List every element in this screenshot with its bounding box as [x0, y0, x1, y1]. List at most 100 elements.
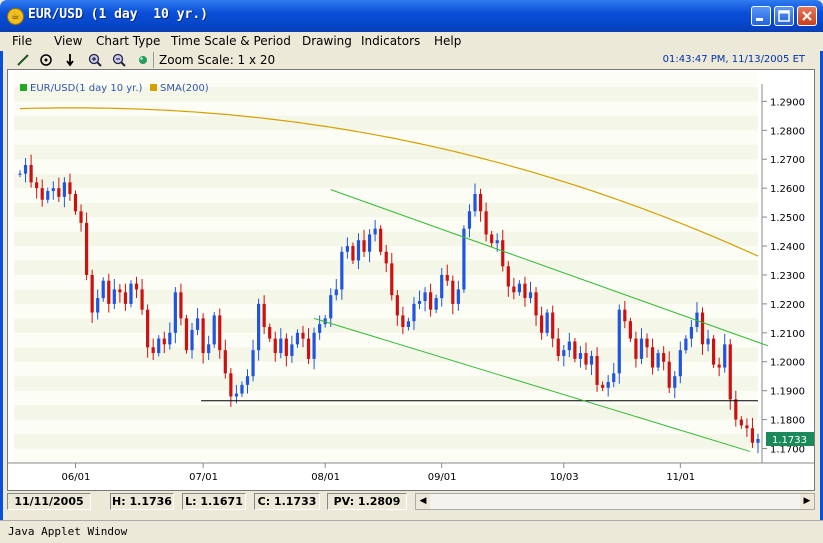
menu-view[interactable]: View: [54, 34, 82, 48]
price-chart[interactable]: 1.2900 1.2800 1.2700 1.2600 1.2500 1.2400 1.23…: [8, 70, 814, 490]
menu-chart-type[interactable]: Chart Type: [96, 34, 160, 48]
candle-body: [634, 338, 638, 359]
candle-body: [90, 274, 94, 313]
candle-body: [606, 381, 610, 388]
candle-body: [301, 332, 305, 339]
candle-body: [367, 234, 372, 252]
candle-body: [523, 283, 527, 299]
maximize-button[interactable]: [774, 6, 794, 26]
zoom-out-icon[interactable]: [111, 52, 127, 68]
x-tick-label: 09/01: [428, 472, 457, 483]
candle-body: [379, 228, 383, 252]
datetime-display: 01:43:47 PM, 11/13/2005 ET: [662, 54, 805, 65]
candle-body: [151, 347, 155, 354]
candle-body: [318, 324, 322, 333]
horizontal-scrollbar[interactable]: ◀ ▶: [415, 493, 815, 510]
background-band: [14, 347, 758, 362]
menu-time-scale[interactable]: Time Scale & Period: [171, 34, 291, 48]
candle-body: [329, 295, 333, 319]
candle-body: [223, 350, 227, 374]
close-icon: [802, 11, 812, 21]
status-bar: 11/11/2005 H: 1.1736 L: 1.1671 C: 1.1733…: [7, 492, 815, 511]
java-coffee-icon: ☕: [7, 8, 24, 25]
menu-file[interactable]: File: [12, 34, 32, 48]
menu-indicators[interactable]: Indicators: [361, 34, 420, 48]
candle-body: [434, 298, 438, 310]
close-button[interactable]: [797, 6, 817, 26]
menu-drawing[interactable]: Drawing: [302, 34, 352, 48]
candle-body: [73, 193, 78, 212]
candle-body: [534, 292, 538, 316]
y-tick-label: 1.2700: [770, 155, 805, 166]
background-band: [14, 376, 758, 391]
background-band: [14, 390, 758, 406]
y-tick-label: 1.2300: [770, 271, 805, 282]
background-band: [14, 318, 758, 333]
x-tick-label: 10/03: [550, 472, 579, 483]
color-dot-icon[interactable]: [135, 52, 151, 68]
line-draw-icon[interactable]: [15, 52, 31, 68]
candle-body: [539, 315, 544, 333]
y-tick-label: 1.1800: [770, 416, 805, 427]
candle-body: [395, 295, 399, 316]
candle-body: [201, 318, 205, 354]
candle-body: [251, 350, 255, 377]
candle-body: [57, 188, 61, 197]
y-tick-label: 1.2600: [770, 184, 805, 195]
legend-label: SMA(200): [160, 83, 209, 94]
background-band: [14, 173, 758, 189]
candle-body: [162, 338, 166, 345]
candle-body: [639, 338, 644, 359]
legend-swatch: [150, 84, 157, 91]
candle-body: [723, 344, 727, 368]
candle-body: [617, 309, 621, 374]
candle-body: [62, 182, 66, 197]
chart-area[interactable]: 1.2900 1.2800 1.2700 1.2600 1.2500 1.2400 1.23…: [7, 69, 815, 491]
candle-body: [667, 361, 671, 388]
candle-body: [362, 240, 366, 252]
zoom-in-icon[interactable]: [87, 52, 103, 68]
applet-footer: Java Applet Window: [0, 520, 823, 543]
candle-body: [112, 289, 116, 304]
candle-body: [312, 332, 316, 359]
candle-body: [601, 384, 605, 388]
legend-swatch: [20, 84, 27, 91]
candle-body: [495, 240, 499, 244]
zoom-scale-label: Zoom Scale: 1 x 20: [159, 53, 276, 67]
candle-body: [512, 286, 516, 293]
background-band: [14, 434, 758, 449]
y-tick-label: 1.2400: [770, 242, 805, 253]
minimize-button[interactable]: [751, 6, 771, 26]
menu-help[interactable]: Help: [434, 34, 461, 48]
candle-body: [140, 289, 144, 310]
arrow-down-icon[interactable]: [62, 52, 78, 68]
candle-body: [51, 188, 55, 192]
y-tick-label: 1.2500: [770, 213, 805, 224]
window-title: EUR/USD (1 day 10 yr.): [28, 7, 209, 22]
y-tick-label: 1.2000: [770, 358, 805, 369]
candle-body: [262, 303, 266, 328]
candle-body: [417, 300, 422, 304]
candle-body: [212, 315, 216, 345]
candle-body: [195, 318, 200, 330]
candle-body: [29, 165, 33, 183]
candle-body: [118, 289, 122, 293]
title-bar[interactable]: ☕ EUR/USD (1 day 10 yr.): [0, 0, 823, 32]
candle-body: [373, 228, 377, 235]
scroll-right-icon[interactable]: ▶: [800, 494, 814, 509]
candle-body: [528, 292, 533, 299]
status-close: C: 1.1733: [254, 493, 320, 510]
candle-body: [123, 292, 128, 304]
candle-body: [179, 292, 183, 319]
crosshair-icon[interactable]: [38, 52, 54, 68]
scroll-left-icon[interactable]: ◀: [416, 494, 430, 509]
candle-body: [678, 350, 682, 377]
candle-body: [506, 266, 510, 287]
y-tick-label: 1.2100: [770, 329, 805, 340]
candle-body: [306, 338, 311, 359]
candle-body: [578, 353, 583, 359]
candle-body: [268, 327, 272, 339]
candle-body: [68, 182, 72, 194]
candle-body: [229, 373, 233, 397]
candle-body: [517, 283, 521, 293]
